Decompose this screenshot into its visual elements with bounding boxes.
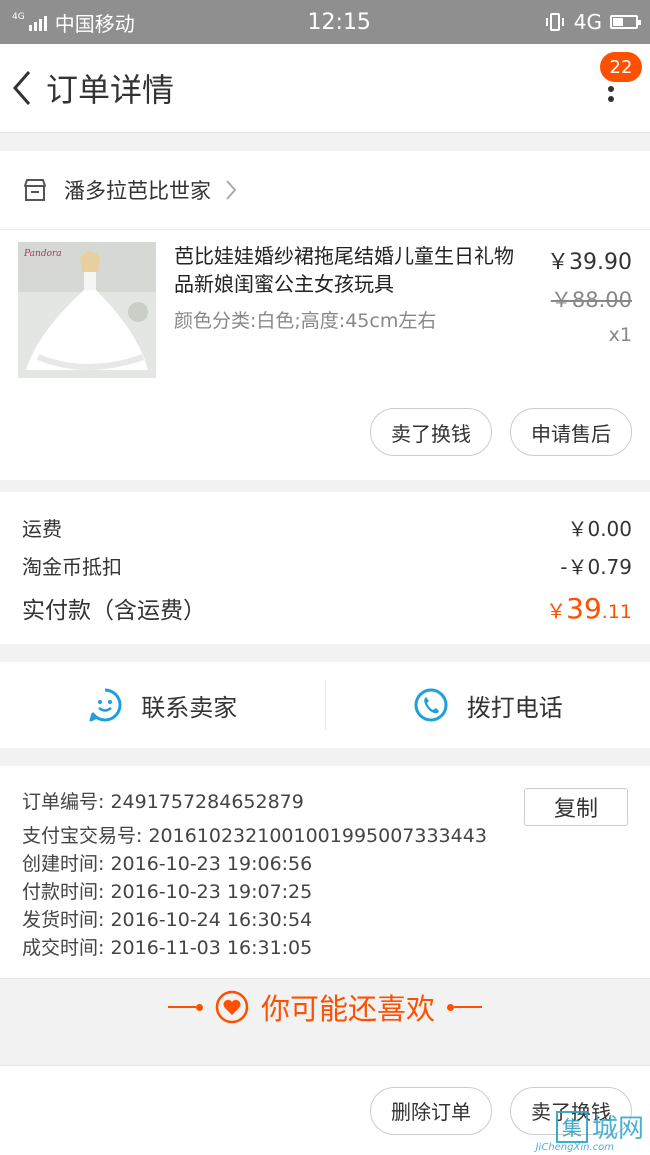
call-phone-label: 拨打电话 <box>466 693 563 722</box>
product-item[interactable]: Pandora 芭比娃娃婚纱裙拖尾结婚儿童生日礼物品新娘闺蜜公主女孩玩具 颜色分… <box>0 230 650 380</box>
network-type: 4G <box>573 10 602 34</box>
recommend-label: 你可能还喜欢 <box>260 992 435 1026</box>
vibrate-icon <box>545 13 564 31</box>
network-tag: 4G <box>12 12 25 22</box>
heart-icon <box>215 990 249 1024</box>
watermark-logo: 集 城网 JiChengXin.com <box>536 1108 644 1153</box>
contact-seller-button[interactable]: 联系卖家 <box>0 662 325 748</box>
chat-icon <box>89 688 122 722</box>
product-sku: 颜色分类:白色;高度:45cm左右 <box>174 310 437 332</box>
signal-icon: 4G <box>12 13 47 31</box>
apply-after-sale-button[interactable]: 申请售后 <box>510 408 632 456</box>
call-phone-button[interactable]: 拨打电话 <box>326 662 650 748</box>
shop-name: 潘多拉芭比世家 <box>64 179 211 203</box>
copy-button[interactable]: 复制 <box>524 788 628 826</box>
shipped-time: 发货时间: 2016-10-24 16:30:54 <box>22 909 313 931</box>
contact-bar: 联系卖家 拨打电话 <box>0 662 650 748</box>
created-time: 创建时间: 2016-10-23 19:06:56 <box>22 853 313 875</box>
battery-icon <box>610 15 641 29</box>
product-quantity: x1 <box>608 324 632 346</box>
shop-row[interactable]: 潘多拉芭比世家 <box>0 151 650 230</box>
more-menu-button[interactable]: 22 <box>588 44 642 132</box>
shipping-label: 运费 <box>22 516 62 541</box>
recommend-header: 你可能还喜欢 <box>0 978 650 1035</box>
coin-deduction-value: -￥0.79 <box>560 554 632 579</box>
page-title: 订单详情 <box>46 71 175 109</box>
product-original-price: ￥88.00 <box>550 288 632 312</box>
chevron-right-icon <box>226 180 237 200</box>
phone-icon <box>414 688 448 722</box>
message-badge: 22 <box>600 52 642 82</box>
shipping-value: ￥0.00 <box>567 516 632 541</box>
product-price: ￥39.90 <box>547 250 632 275</box>
carrier-label: 中国移动 <box>54 11 135 36</box>
product-image[interactable]: Pandora <box>18 242 156 378</box>
delete-order-button[interactable]: 删除订单 <box>370 1086 492 1135</box>
order-card: 潘多拉芭比世家 Pandora 芭比娃娃婚纱裙拖尾结婚儿童生日礼物品新娘闺蜜公主… <box>0 151 650 480</box>
total-paid-label: 实付款（含运费） <box>22 598 206 624</box>
alipay-number: 支付宝交易号: 2016102321001001995007333443 <box>22 825 487 847</box>
total-paid-value: ￥39.11 <box>546 591 632 625</box>
clock: 12:15 <box>307 9 371 35</box>
order-info: 订单编号: 2491757284652879 支付宝交易号: 201610232… <box>0 766 650 978</box>
status-bar: 4G 中国移动 12:15 4G <box>0 0 650 44</box>
fee-summary: 运费 ￥0.00 淘金币抵扣 -￥0.79 实付款（含运费） ￥39.11 <box>0 492 650 644</box>
back-icon[interactable] <box>2 44 42 132</box>
thumb-logo: Pandora <box>23 249 62 259</box>
nav-bar: 订单详情 22 <box>0 44 650 133</box>
store-icon <box>24 179 46 201</box>
product-title: 芭比娃娃婚纱裙拖尾结婚儿童生日礼物品新娘闺蜜公主女孩玩具 <box>174 244 514 296</box>
coin-deduction-label: 淘金币抵扣 <box>22 554 122 579</box>
sell-for-cash-button[interactable]: 卖了换钱 <box>370 408 492 456</box>
completed-time: 成交时间: 2016-11-03 16:31:05 <box>22 937 313 959</box>
contact-seller-label: 联系卖家 <box>141 693 238 722</box>
paid-time: 付款时间: 2016-10-23 19:07:25 <box>22 881 313 903</box>
more-icon <box>608 86 614 102</box>
